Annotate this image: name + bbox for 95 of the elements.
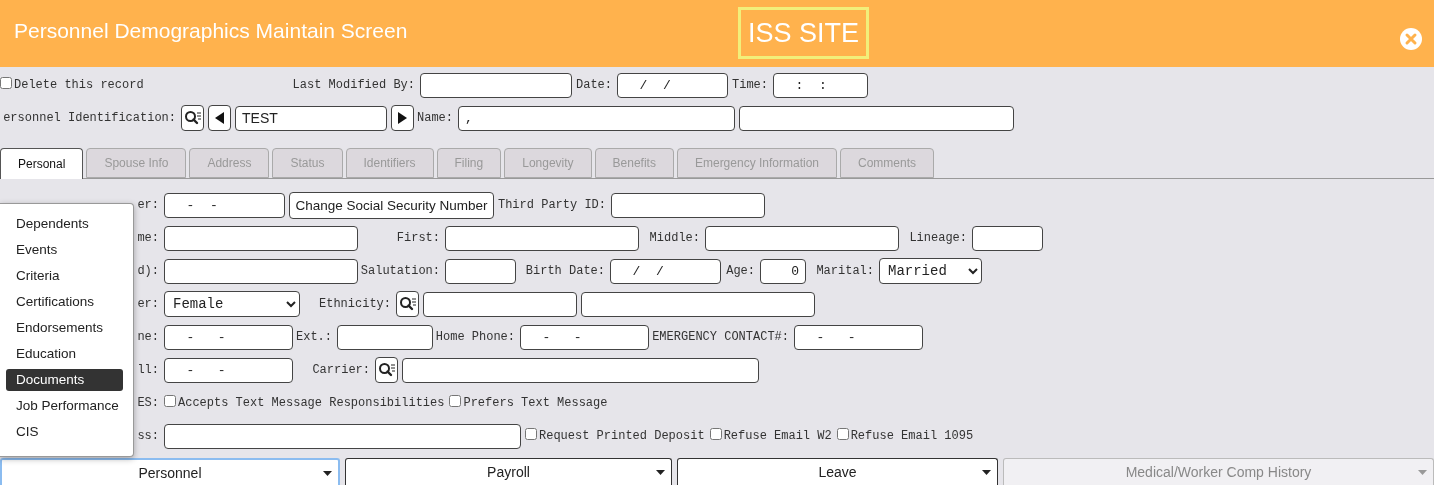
next-button[interactable] [391, 105, 414, 131]
field-label: Birth Date: [525, 264, 606, 278]
text-field[interactable]: - - [164, 357, 293, 383]
checkbox[interactable] [836, 428, 849, 440]
text-field[interactable] [337, 324, 433, 350]
section-dropdown[interactable]: Personnel [0, 458, 340, 485]
site-label: ISS SITE [738, 6, 870, 59]
text-field[interactable] [739, 105, 1014, 131]
field-label: ne: [137, 330, 160, 344]
text-field[interactable] [164, 225, 358, 251]
text-field[interactable]: - - [164, 192, 285, 218]
checkbox-label: Accepts Text Message Responsibilities [178, 396, 446, 410]
section-dropdown[interactable]: Leave [677, 458, 998, 485]
text-field[interactable]: - - [520, 324, 649, 350]
menu-item[interactable]: Certifications [6, 291, 123, 313]
text-field[interactable] [611, 192, 765, 218]
field-label: Date: [576, 78, 613, 92]
checkbox[interactable] [164, 395, 176, 407]
menu-item[interactable]: Endorsements [6, 317, 123, 339]
menu-item[interactable]: Job Performance [6, 395, 123, 417]
field-label: er: [137, 297, 160, 311]
field-label: ll: [137, 363, 160, 377]
field-label: d): [137, 264, 160, 278]
caret-icon [656, 470, 665, 475]
text-field[interactable] [402, 357, 759, 383]
change-ssn-button[interactable]: Change Social Security Number [289, 191, 494, 219]
text-field[interactable]: TEST [235, 105, 387, 131]
checkbox-label: Delete this record [14, 78, 145, 92]
text-field[interactable] [445, 225, 639, 251]
field-label: Ethnicity: [319, 297, 392, 311]
menu-item[interactable]: Criteria [6, 265, 123, 287]
field-label: Salutation: [360, 264, 441, 278]
right-triangle-icon [398, 112, 407, 124]
field-label: Marital: [816, 264, 875, 278]
section-dropdown[interactable]: Payroll [345, 458, 672, 485]
menu-item[interactable]: CIS [6, 421, 123, 443]
field-label: me: [137, 231, 160, 245]
text-field[interactable] [164, 258, 358, 284]
lookup-button[interactable] [181, 105, 204, 131]
menu-item[interactable]: Dependents [6, 213, 123, 235]
text-field[interactable] [164, 423, 521, 449]
menu-item[interactable]: Documents [6, 369, 123, 391]
field-label: ersonnel Identification: [3, 111, 177, 125]
field-label: Third Party ID: [497, 198, 607, 212]
text-field[interactable] [445, 258, 516, 284]
field-label: Age: [726, 264, 756, 278]
checkbox-label: Prefers Text Message [463, 396, 609, 410]
field-label: Last Modified By: [292, 78, 416, 92]
field-label: Name: [417, 111, 454, 125]
checkbox[interactable] [0, 77, 12, 89]
left-triangle-icon [215, 112, 224, 124]
lookup-button[interactable] [396, 291, 419, 317]
checkbox[interactable] [449, 395, 462, 407]
checkbox-label: Refuse Email W2 [723, 429, 833, 443]
tab[interactable]: Personal [0, 148, 84, 179]
field-label: Middle: [649, 231, 701, 245]
text-field[interactable] [581, 291, 815, 317]
field-label: Home Phone: [435, 330, 516, 344]
field-label: Lineage: [909, 231, 968, 245]
field-label: ES: [137, 396, 160, 410]
caret-icon [323, 471, 332, 476]
field-label: Ext.: [296, 330, 333, 344]
dropdown[interactable]: Married [879, 258, 982, 284]
caret-icon [1418, 470, 1427, 475]
search-list-icon [398, 296, 417, 312]
text-field[interactable]: - - [164, 324, 293, 350]
field-label: er: [137, 198, 160, 212]
text-field[interactable]: / / [610, 258, 721, 284]
previous-button[interactable] [208, 105, 231, 131]
text-field[interactable]: - - [794, 324, 923, 350]
field-label: EMERGENCY CONTACT#: [652, 330, 790, 344]
field-label: ss: [137, 429, 160, 443]
caret-icon [982, 470, 991, 475]
search-list-icon [377, 362, 396, 378]
window-title: Personnel Demographics Maintain Screen [14, 18, 409, 43]
field-label: First: [396, 231, 441, 245]
text-field[interactable] [423, 291, 577, 317]
lookup-button[interactable] [375, 357, 398, 383]
menu-item[interactable]: Events [6, 239, 123, 261]
text-field[interactable] [705, 225, 899, 251]
text-field[interactable] [420, 72, 572, 98]
text-field[interactable]: 0 [760, 258, 806, 284]
checkbox-label: Request Printed Deposit [539, 429, 706, 443]
search-list-icon [183, 110, 202, 126]
text-field[interactable]: / / [617, 72, 728, 98]
checkbox[interactable] [525, 428, 537, 440]
field-label: Time: [732, 78, 769, 92]
text-field[interactable]: : : [773, 72, 868, 98]
text-field[interactable]: , [458, 105, 735, 131]
text-field[interactable] [972, 225, 1043, 251]
dropdown[interactable]: Female [164, 291, 300, 317]
checkbox-label: Refuse Email 1095 [850, 429, 975, 443]
field-label: Carrier: [312, 363, 371, 377]
checkbox[interactable] [709, 428, 722, 440]
menu-item[interactable]: Education [6, 343, 123, 365]
